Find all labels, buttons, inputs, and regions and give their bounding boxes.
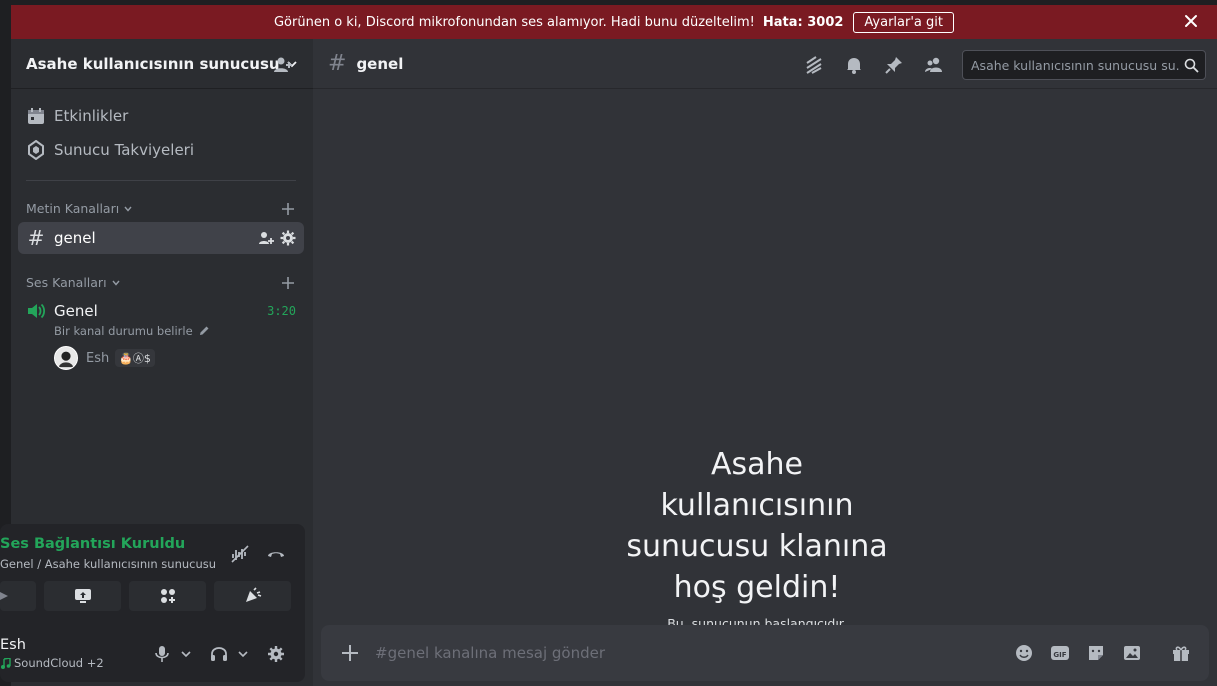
soundboard-icon [245, 587, 261, 602]
noise-suppression-icon[interactable] [230, 544, 250, 564]
user-badges: 🎂Ⓐ$ [115, 349, 155, 367]
text-channels-category[interactable]: Metin Kanalları [26, 201, 133, 216]
bell-icon[interactable] [844, 55, 864, 75]
voice-user-esh[interactable]: Esh 🎂Ⓐ$ [54, 346, 298, 370]
banner-message: Görünen o ki, Discord mikrofonundan ses … [273, 14, 755, 30]
sidebar-divider [26, 180, 296, 181]
create-text-channel-icon[interactable] [281, 202, 295, 216]
boost-gem-icon [28, 140, 44, 160]
voice-connected-subtitle[interactable]: Genel / Asahe kullanıcısının sunucusu [0, 557, 216, 571]
welcome-title: Asahe kullanıcısının sunucusu klanına ho… [626, 447, 888, 605]
member-list-icon[interactable] [924, 55, 944, 75]
channel-item-genel[interactable]: # genel [18, 222, 304, 254]
microphone-icon[interactable] [153, 645, 171, 663]
screen-share-icon [74, 589, 91, 603]
voice-user-name: Esh [86, 350, 110, 366]
headphones-control[interactable] [210, 645, 249, 663]
error-banner: Görünen o ki, Discord mikrofonundan ses … [11, 5, 1217, 39]
activity-text: SoundCloud +2 [14, 656, 104, 670]
chevron-down-icon [112, 280, 120, 286]
music-note-icon [1, 657, 11, 669]
activities-button[interactable] [129, 581, 206, 611]
microphone-control[interactable] [153, 645, 192, 663]
chevron-down-icon[interactable] [180, 648, 192, 660]
pencil-icon[interactable] [198, 325, 210, 337]
soundboard-button[interactable] [214, 581, 291, 611]
text-channel-hash-icon: # [27, 226, 45, 250]
activities-icon [160, 589, 175, 603]
invite-icon[interactable] [258, 230, 274, 246]
server-boosts-item[interactable]: Sunucu Takviyeleri [26, 140, 194, 160]
user-panel: Esh SoundCloud +2 [0, 624, 305, 682]
voice-channels-category[interactable]: Ses Kanalları [26, 275, 121, 290]
invite-people-icon[interactable] [273, 55, 293, 75]
channel-status-text: Bir kanal durumu belirle [54, 324, 193, 338]
user-avatar-icon [55, 347, 77, 369]
search-box[interactable] [962, 50, 1206, 80]
channel-name: genel [54, 229, 96, 247]
search-input[interactable] [971, 57, 1181, 73]
voice-channel-genel[interactable]: Genel 3:20 Bir kanal durumu belirle Esh … [26, 301, 298, 370]
channel-title: genel [356, 54, 404, 73]
threads-icon[interactable] [804, 55, 824, 75]
sticker-icon[interactable] [1086, 643, 1106, 663]
events-label: Etkinlikler [54, 107, 129, 125]
chevron-down-icon [124, 206, 132, 212]
voice-channel-row[interactable]: Genel [26, 301, 298, 321]
speaker-icon [28, 303, 46, 319]
gear-icon[interactable] [280, 230, 296, 246]
add-attachment-icon[interactable] [339, 642, 361, 664]
user-settings-control[interactable] [267, 645, 285, 663]
search-icon[interactable] [1184, 58, 1199, 73]
voice-action-buttons [0, 581, 291, 611]
close-icon[interactable] [1183, 13, 1199, 29]
voice-channels-label: Ses Kanalları [26, 275, 107, 290]
server-boosts-label: Sunucu Takviyeleri [54, 141, 195, 159]
channel-hash-icon: # [328, 51, 347, 76]
avatar[interactable] [54, 346, 78, 370]
gear-icon[interactable] [267, 645, 285, 663]
welcome-section: Asahe kullanıcısının sunucusu klanına ho… [313, 444, 1201, 631]
text-channels-label: Metin Kanalları [26, 201, 120, 216]
voice-elapsed-time: 3:20 [267, 304, 296, 318]
events-item[interactable]: Etkinlikler [26, 106, 128, 126]
gift-icon[interactable] [1171, 643, 1191, 663]
chevron-down-icon[interactable] [237, 648, 249, 660]
user-name[interactable]: Esh [0, 637, 26, 653]
server-header[interactable]: Asahe kullanıcısının sunucusu [11, 39, 313, 89]
message-composer[interactable]: GIF [321, 625, 1209, 681]
disconnect-icon[interactable] [266, 544, 286, 564]
channel-status[interactable]: Bir kanal durumu belirle [54, 324, 298, 338]
message-input[interactable] [375, 644, 975, 662]
user-activity[interactable]: SoundCloud +2 [0, 656, 104, 670]
calendar-icon [28, 108, 44, 124]
channel-actions [258, 230, 296, 246]
pin-icon[interactable] [884, 55, 904, 75]
image-icon[interactable] [1122, 643, 1142, 663]
gif-icon[interactable]: GIF [1050, 643, 1070, 663]
camera-icon [0, 592, 8, 600]
main-chat-area: # genel Asahe kullanıcısının sunucusu kl… [313, 39, 1217, 686]
discord-window: Görünen o ki, Discord mikrofonundan ses … [0, 0, 1217, 686]
banner-error-code: Hata: 3002 [762, 14, 844, 30]
voice-connection-panel: Ses Bağlantısı Kuruldu Genel / Asahe kul… [0, 524, 305, 624]
create-voice-channel-icon[interactable] [281, 276, 295, 290]
svg-text:GIF: GIF [1053, 651, 1066, 659]
emoji-icon[interactable] [1014, 643, 1034, 663]
headphones-icon[interactable] [210, 645, 228, 663]
voice-channel-name: Genel [54, 302, 98, 320]
server-name[interactable]: Asahe kullanıcısının sunucusu [26, 55, 280, 73]
screen-share-button[interactable] [44, 581, 121, 611]
camera-button[interactable] [0, 581, 36, 611]
voice-connected-title[interactable]: Ses Bağlantısı Kuruldu [0, 536, 185, 552]
go-to-settings-button[interactable]: Ayarlar'a git [853, 11, 954, 33]
